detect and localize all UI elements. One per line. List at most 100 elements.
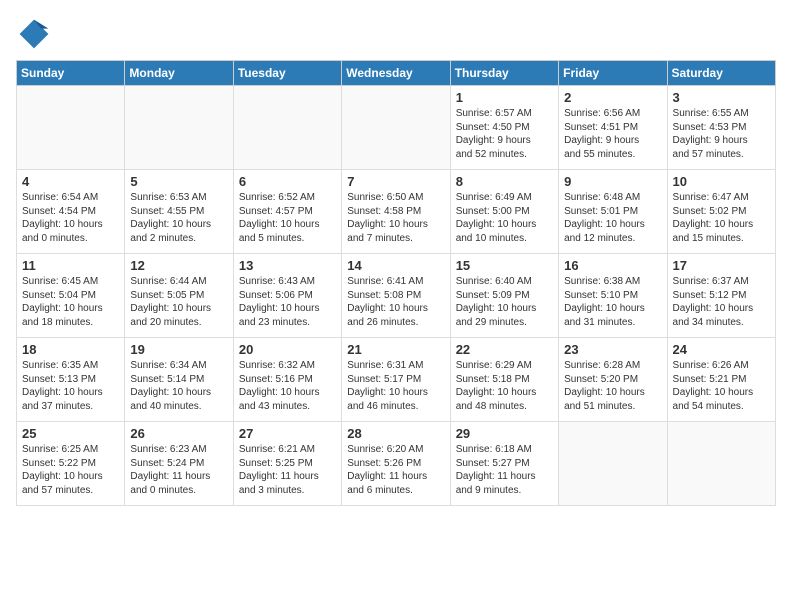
day-cell: 14 Sunrise: 6:41 AM Sunset: 5:08 PM Dayli… — [342, 254, 450, 338]
day-number: 29 — [456, 426, 553, 441]
day-number: 17 — [673, 258, 770, 273]
day-info: Sunrise: 6:49 AM Sunset: 5:00 PM Dayligh… — [456, 191, 553, 245]
day-info: Sunrise: 6:26 AM Sunset: 5:21 PM Dayligh… — [673, 359, 770, 413]
col-header-thursday: Thursday — [450, 61, 558, 86]
day-info: Sunrise: 6:53 AM Sunset: 4:55 PM Dayligh… — [130, 191, 227, 245]
day-info: Sunrise: 6:50 AM Sunset: 4:58 PM Dayligh… — [347, 191, 444, 245]
week-row-2: 11 Sunrise: 6:45 AM Sunset: 5:04 PM Dayli… — [17, 254, 776, 338]
day-cell: 20 Sunrise: 6:32 AM Sunset: 5:16 PM Dayli… — [233, 338, 341, 422]
day-cell: 3 Sunrise: 6:55 AM Sunset: 4:53 PM Daylig… — [667, 86, 775, 170]
day-number: 23 — [564, 342, 661, 357]
day-info: Sunrise: 6:47 AM Sunset: 5:02 PM Dayligh… — [673, 191, 770, 245]
day-info: Sunrise: 6:48 AM Sunset: 5:01 PM Dayligh… — [564, 191, 661, 245]
day-cell: 28Sunrise: 6:20 AM Sunset: 5:26 PM Dayli… — [342, 422, 450, 506]
day-cell: 12 Sunrise: 6:44 AM Sunset: 5:05 PM Dayli… — [125, 254, 233, 338]
day-info: Sunrise: 6:38 AM Sunset: 5:10 PM Dayligh… — [564, 275, 661, 329]
day-info: Sunrise: 6:40 AM Sunset: 5:09 PM Dayligh… — [456, 275, 553, 329]
week-row-1: 4 Sunrise: 6:54 AM Sunset: 4:54 PM Daylig… — [17, 170, 776, 254]
day-number: 16 — [564, 258, 661, 273]
day-info: Sunrise: 6:44 AM Sunset: 5:05 PM Dayligh… — [130, 275, 227, 329]
day-cell — [667, 422, 775, 506]
day-cell: 8 Sunrise: 6:49 AM Sunset: 5:00 PM Daylig… — [450, 170, 558, 254]
day-number: 14 — [347, 258, 444, 273]
day-info: Sunrise: 6:34 AM Sunset: 5:14 PM Dayligh… — [130, 359, 227, 413]
day-number: 2 — [564, 90, 661, 105]
day-cell: 23Sunrise: 6:28 AM Sunset: 5:20 PM Dayli… — [559, 338, 667, 422]
day-cell: 24 Sunrise: 6:26 AM Sunset: 5:21 PM Dayli… — [667, 338, 775, 422]
day-cell: 21 Sunrise: 6:31 AM Sunset: 5:17 PM Dayli… — [342, 338, 450, 422]
day-number: 13 — [239, 258, 336, 273]
col-header-monday: Monday — [125, 61, 233, 86]
week-row-3: 18 Sunrise: 6:35 AM Sunset: 5:13 PM Dayli… — [17, 338, 776, 422]
day-info: Sunrise: 6:52 AM Sunset: 4:57 PM Dayligh… — [239, 191, 336, 245]
day-info: Sunrise: 6:18 AM Sunset: 5:27 PM Dayligh… — [456, 443, 553, 497]
day-number: 8 — [456, 174, 553, 189]
day-info: Sunrise: 6:37 AM Sunset: 5:12 PM Dayligh… — [673, 275, 770, 329]
day-info: Sunrise: 6:56 AM Sunset: 4:51 PM Dayligh… — [564, 107, 661, 161]
day-cell — [125, 86, 233, 170]
week-row-4: 25 Sunrise: 6:25 AM Sunset: 5:22 PM Dayli… — [17, 422, 776, 506]
day-cell: 29 Sunrise: 6:18 AM Sunset: 5:27 PM Dayli… — [450, 422, 558, 506]
day-number: 15 — [456, 258, 553, 273]
day-info: Sunrise: 6:54 AM Sunset: 4:54 PM Dayligh… — [22, 191, 119, 245]
day-info: Sunrise: 6:41 AM Sunset: 5:08 PM Dayligh… — [347, 275, 444, 329]
day-info: Sunrise: 6:32 AM Sunset: 5:16 PM Dayligh… — [239, 359, 336, 413]
logo-icon — [16, 16, 52, 52]
day-info: Sunrise: 6:31 AM Sunset: 5:17 PM Dayligh… — [347, 359, 444, 413]
day-info: Sunrise: 6:21 AM Sunset: 5:25 PM Dayligh… — [239, 443, 336, 497]
day-number: 12 — [130, 258, 227, 273]
week-row-0: 1Sunrise: 6:57 AM Sunset: 4:50 PM Daylig… — [17, 86, 776, 170]
day-number: 10 — [673, 174, 770, 189]
day-number: 27 — [239, 426, 336, 441]
day-cell: 2 Sunrise: 6:56 AM Sunset: 4:51 PM Daylig… — [559, 86, 667, 170]
day-cell: 4 Sunrise: 6:54 AM Sunset: 4:54 PM Daylig… — [17, 170, 125, 254]
day-info: Sunrise: 6:20 AM Sunset: 5:26 PM Dayligh… — [347, 443, 444, 497]
day-cell: 19 Sunrise: 6:34 AM Sunset: 5:14 PM Dayli… — [125, 338, 233, 422]
day-info: Sunrise: 6:55 AM Sunset: 4:53 PM Dayligh… — [673, 107, 770, 161]
day-cell: 26Sunrise: 6:23 AM Sunset: 5:24 PM Dayli… — [125, 422, 233, 506]
day-cell — [559, 422, 667, 506]
day-cell: 15 Sunrise: 6:40 AM Sunset: 5:09 PM Dayli… — [450, 254, 558, 338]
day-cell: 13 Sunrise: 6:43 AM Sunset: 5:06 PM Dayli… — [233, 254, 341, 338]
day-number: 24 — [673, 342, 770, 357]
day-cell: 16 Sunrise: 6:38 AM Sunset: 5:10 PM Dayli… — [559, 254, 667, 338]
day-number: 22 — [456, 342, 553, 357]
day-cell — [17, 86, 125, 170]
day-number: 25 — [22, 426, 119, 441]
day-number: 18 — [22, 342, 119, 357]
day-cell: 22 Sunrise: 6:29 AM Sunset: 5:18 PM Dayli… — [450, 338, 558, 422]
day-info: Sunrise: 6:45 AM Sunset: 5:04 PM Dayligh… — [22, 275, 119, 329]
col-header-friday: Friday — [559, 61, 667, 86]
day-number: 4 — [22, 174, 119, 189]
day-info: Sunrise: 6:29 AM Sunset: 5:18 PM Dayligh… — [456, 359, 553, 413]
page-header — [16, 16, 776, 52]
col-header-tuesday: Tuesday — [233, 61, 341, 86]
calendar-table: SundayMondayTuesdayWednesdayThursdayFrid… — [16, 60, 776, 506]
day-cell: 11 Sunrise: 6:45 AM Sunset: 5:04 PM Dayli… — [17, 254, 125, 338]
day-cell: 18 Sunrise: 6:35 AM Sunset: 5:13 PM Dayli… — [17, 338, 125, 422]
day-info: Sunrise: 6:25 AM Sunset: 5:22 PM Dayligh… — [22, 443, 119, 497]
day-cell: 10 Sunrise: 6:47 AM Sunset: 5:02 PM Dayli… — [667, 170, 775, 254]
day-cell — [342, 86, 450, 170]
day-number: 21 — [347, 342, 444, 357]
day-number: 6 — [239, 174, 336, 189]
day-number: 5 — [130, 174, 227, 189]
day-cell — [233, 86, 341, 170]
day-number: 19 — [130, 342, 227, 357]
day-cell: 5 Sunrise: 6:53 AM Sunset: 4:55 PM Daylig… — [125, 170, 233, 254]
day-number: 3 — [673, 90, 770, 105]
day-info: Sunrise: 6:43 AM Sunset: 5:06 PM Dayligh… — [239, 275, 336, 329]
day-cell: 25 Sunrise: 6:25 AM Sunset: 5:22 PM Dayli… — [17, 422, 125, 506]
day-cell: 1Sunrise: 6:57 AM Sunset: 4:50 PM Daylig… — [450, 86, 558, 170]
day-number: 11 — [22, 258, 119, 273]
day-number: 1 — [456, 90, 553, 105]
day-cell: 17 Sunrise: 6:37 AM Sunset: 5:12 PM Dayli… — [667, 254, 775, 338]
logo — [16, 16, 56, 52]
day-number: 20 — [239, 342, 336, 357]
day-info: Sunrise: 6:23 AM Sunset: 5:24 PM Dayligh… — [130, 443, 227, 497]
day-number: 9 — [564, 174, 661, 189]
day-info: Sunrise: 6:35 AM Sunset: 5:13 PM Dayligh… — [22, 359, 119, 413]
col-header-saturday: Saturday — [667, 61, 775, 86]
day-number: 7 — [347, 174, 444, 189]
day-cell: 6 Sunrise: 6:52 AM Sunset: 4:57 PM Daylig… — [233, 170, 341, 254]
